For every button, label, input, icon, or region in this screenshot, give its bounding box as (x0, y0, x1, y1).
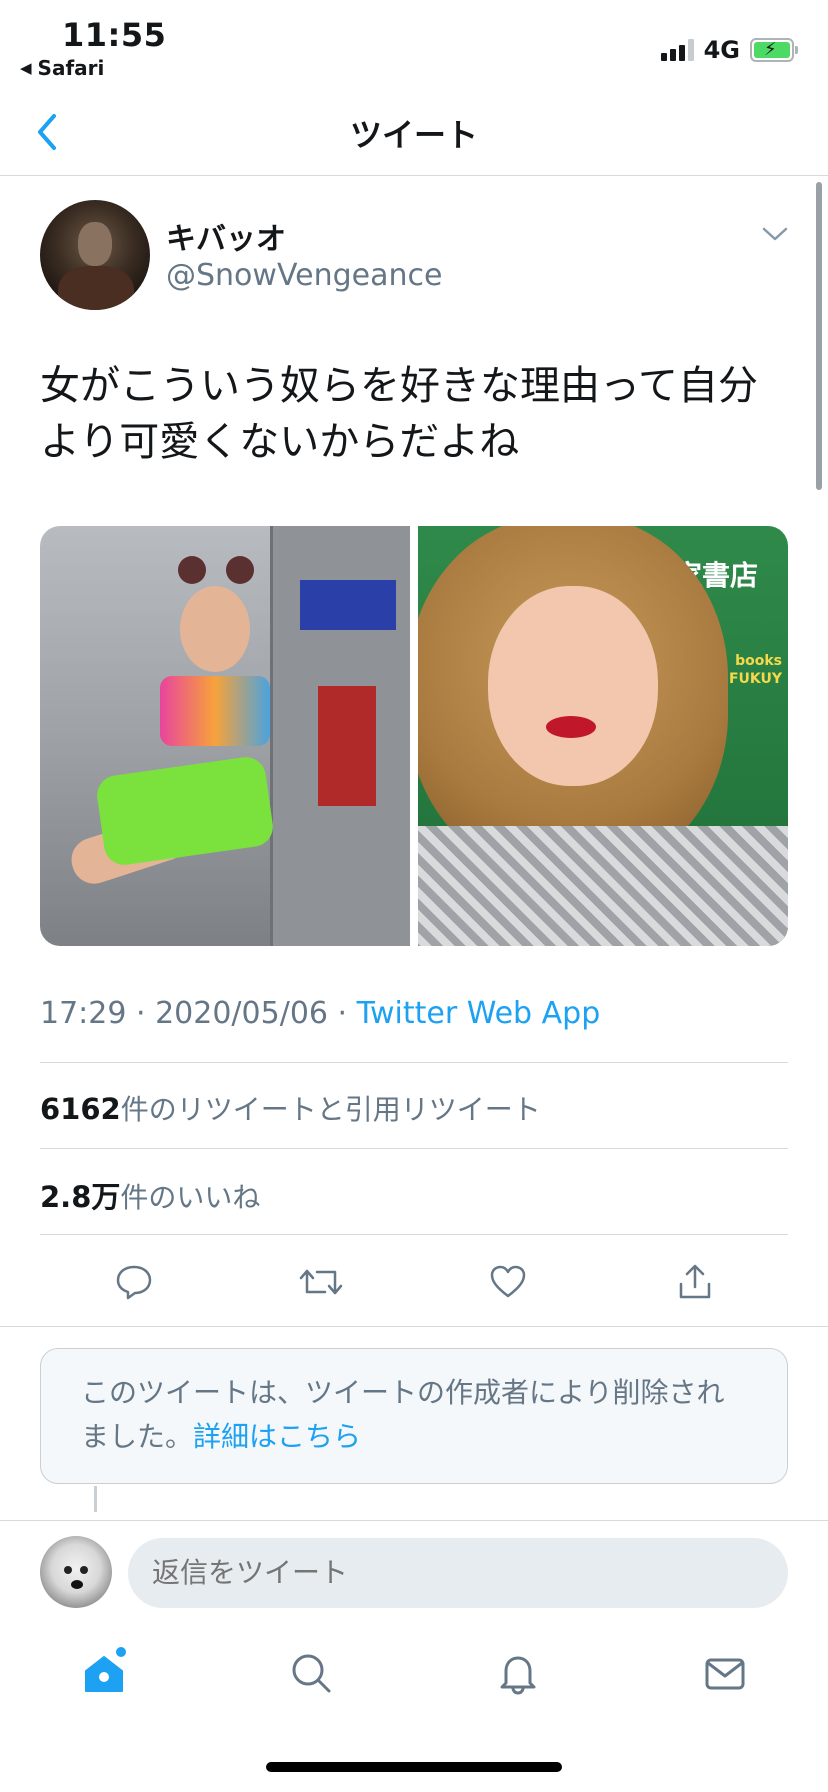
tweet-photo-left[interactable] (40, 526, 410, 946)
tweet-photo-right[interactable]: 家書店 books FUKUY (418, 526, 788, 946)
share-icon (679, 1264, 710, 1299)
home-badge-dot (115, 1647, 126, 1657)
status-indicators: 4G ⚡ (660, 36, 798, 64)
tweet-time: 17:29 (40, 996, 127, 1031)
author-avatar[interactable] (40, 200, 150, 310)
home-indicator (266, 1762, 562, 1772)
tab-search[interactable] (281, 1643, 341, 1703)
like-icon (490, 1265, 525, 1298)
battery-icon: ⚡ (750, 38, 798, 62)
likes-label: 件のいいね (120, 1181, 261, 1214)
charging-icon: ⚡ (764, 39, 777, 60)
chevron-down-icon[interactable] (762, 226, 788, 242)
scroll-indicator (816, 182, 822, 490)
back-triangle-icon: ◀ (20, 59, 32, 77)
author-display-name[interactable]: キバッオ (166, 214, 286, 258)
photo-books-sign: books FUKUY (728, 653, 782, 687)
tweet-source-link[interactable]: Twitter Web App (357, 996, 601, 1031)
page-title: ツイート (349, 116, 478, 154)
notice-details-link[interactable]: 詳細はこちら (193, 1420, 361, 1453)
divider (40, 1148, 788, 1149)
retweet-button[interactable] (293, 1254, 349, 1310)
retweets-label: 件のリツイートと引用リツイート (120, 1093, 541, 1126)
share-button[interactable] (667, 1254, 723, 1310)
status-bar: 11:55 ◀ Safari 4G ⚡ (0, 0, 828, 88)
tweet-actions (40, 1254, 788, 1310)
tweet-media: 家書店 books FUKUY (40, 526, 788, 946)
messages-icon (705, 1658, 744, 1690)
tab-home[interactable] (74, 1643, 134, 1703)
notifications-icon (500, 1656, 535, 1695)
tweet-text: 女がこういう奴らを好きな理由って自分より可愛くないからだよね (40, 363, 758, 465)
retweets-count: 6162 (40, 1092, 121, 1126)
home-icon (84, 1656, 123, 1692)
back-app-label: Safari (37, 56, 105, 80)
reply-input[interactable] (128, 1538, 788, 1608)
navigation-bar: ツイート (0, 92, 828, 176)
retweet-icon (299, 1269, 342, 1295)
likes-stat[interactable]: 2.8万件のいいね (40, 1174, 260, 1216)
status-time: 11:55 (62, 16, 167, 54)
meta-separator: · (126, 996, 156, 1031)
retweets-stat[interactable]: 6162件のリツイートと引用リツイート (40, 1088, 541, 1128)
network-type: 4G (703, 36, 740, 64)
back-to-app[interactable]: ◀ Safari (20, 56, 104, 80)
tab-messages[interactable] (695, 1643, 755, 1703)
tab-bar (0, 1628, 828, 1718)
deleted-tweet-notice: このツイートは、ツイートの作成者により削除されました。詳細はこちら (40, 1348, 788, 1484)
reply-divider (0, 1520, 828, 1521)
like-button[interactable] (480, 1254, 536, 1310)
author-handle[interactable]: @SnowVengeance (166, 258, 442, 293)
likes-count: 2.8万 (40, 1180, 121, 1214)
section-divider (0, 1326, 828, 1327)
tab-notifications[interactable] (488, 1643, 548, 1703)
signal-icon (660, 39, 694, 61)
divider (40, 1062, 788, 1063)
reply-button[interactable] (106, 1254, 162, 1310)
tweet-meta: 17:29 · 2020/05/06 · Twitter Web App (40, 996, 600, 1031)
thread-line (94, 1486, 97, 1512)
user-avatar[interactable] (40, 1536, 112, 1608)
divider (40, 1234, 788, 1235)
search-icon (292, 1654, 330, 1693)
tweet-date: 2020/05/06 (155, 996, 328, 1031)
notice-text: このツイートは、ツイートの作成者により削除されました。 (81, 1376, 725, 1453)
reply-icon (116, 1265, 151, 1300)
meta-separator: · (328, 996, 357, 1031)
